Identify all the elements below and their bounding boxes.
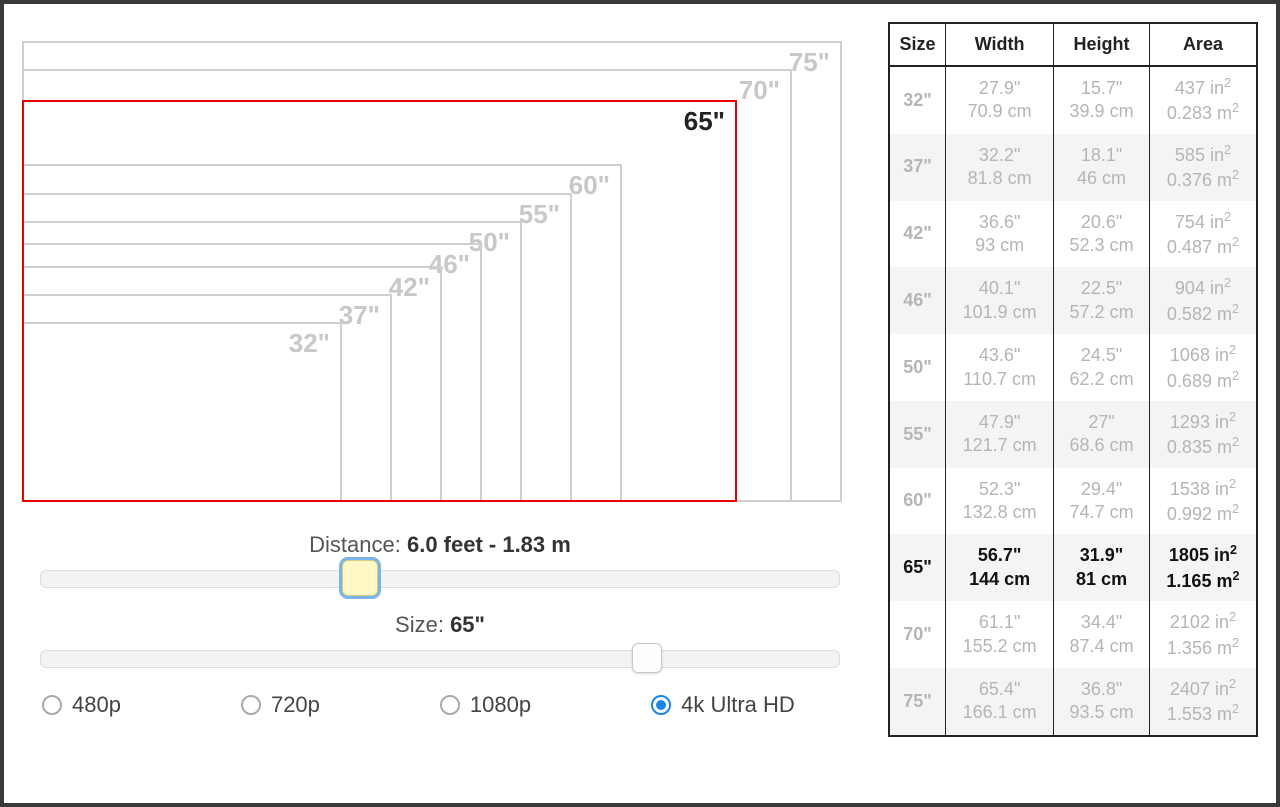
cell-width: 43.6"110.7 cm — [946, 334, 1054, 401]
cell-size: 46" — [889, 267, 946, 334]
cell-area: 2102 in21.356 m2 — [1149, 601, 1257, 668]
cell-area: 585 in20.376 m2 — [1149, 134, 1257, 201]
size-value: 65" — [450, 612, 485, 637]
controls: Distance: 6.0 feet - 1.83 m Size: 65" 48… — [22, 532, 858, 718]
cell-height: 20.6"52.3 cm — [1054, 201, 1150, 268]
size-label: Size: 65" — [22, 612, 858, 638]
size-diagram: 75"70"65"60"55"50"46"42"37"32" — [22, 22, 842, 502]
cell-width: 47.9"121.7 cm — [946, 401, 1054, 468]
table-row: 60"52.3"132.8 cm29.4"74.7 cm1538 in20.99… — [889, 468, 1257, 535]
radio-icon — [42, 695, 62, 715]
table-row: 37"32.2"81.8 cm18.1"46 cm585 in20.376 m2 — [889, 134, 1257, 201]
table-header: Height — [1054, 23, 1150, 66]
cell-size: 60" — [889, 468, 946, 535]
cell-area: 1293 in20.835 m2 — [1149, 401, 1257, 468]
table-header: Width — [946, 23, 1054, 66]
table-row: 42"36.6"93 cm20.6"52.3 cm754 in20.487 m2 — [889, 201, 1257, 268]
cell-height: 15.7"39.9 cm — [1054, 66, 1150, 134]
cell-area: 754 in20.487 m2 — [1149, 201, 1257, 268]
cell-size: 37" — [889, 134, 946, 201]
cell-area: 904 in20.582 m2 — [1149, 267, 1257, 334]
cell-size: 75" — [889, 668, 946, 736]
table-header: Size — [889, 23, 946, 66]
distance-slider-thumb[interactable] — [342, 560, 378, 596]
cell-height: 18.1"46 cm — [1054, 134, 1150, 201]
size-rect-label: 75" — [789, 47, 830, 78]
size-label-text: Size: — [395, 612, 450, 637]
cell-height: 29.4"74.7 cm — [1054, 468, 1150, 535]
resolution-radio-720p[interactable]: 720p — [241, 692, 320, 718]
right-panel: SizeWidthHeightArea 32"27.9"70.9 cm15.7"… — [888, 22, 1258, 785]
cell-size: 55" — [889, 401, 946, 468]
cell-area: 1805 in21.165 m2 — [1149, 534, 1257, 601]
cell-size: 50" — [889, 334, 946, 401]
cell-area: 2407 in21.553 m2 — [1149, 668, 1257, 736]
distance-slider[interactable] — [40, 570, 840, 588]
cell-width: 27.9"70.9 cm — [946, 66, 1054, 134]
cell-width: 32.2"81.8 cm — [946, 134, 1054, 201]
distance-label: Distance: 6.0 feet - 1.83 m — [22, 532, 858, 558]
cell-width: 61.1"155.2 cm — [946, 601, 1054, 668]
table-header: Area — [1149, 23, 1257, 66]
resolution-radio-480p[interactable]: 480p — [42, 692, 121, 718]
cell-size: 70" — [889, 601, 946, 668]
resolution-radios: 480p 720p 1080p 4k Ultra HD — [22, 692, 858, 718]
table-row: 75"65.4"166.1 cm36.8"93.5 cm2407 in21.55… — [889, 668, 1257, 736]
radio-label: 4k Ultra HD — [681, 692, 795, 718]
distance-label-text: Distance: — [309, 532, 407, 557]
left-panel: 75"70"65"60"55"50"46"42"37"32" Distance:… — [22, 22, 858, 785]
radio-icon — [440, 695, 460, 715]
cell-height: 22.5"57.2 cm — [1054, 267, 1150, 334]
distance-value: 6.0 feet - 1.83 m — [407, 532, 571, 557]
table-row: 46"40.1"101.9 cm22.5"57.2 cm904 in20.582… — [889, 267, 1257, 334]
radio-label: 720p — [271, 692, 320, 718]
size-slider[interactable] — [40, 650, 840, 668]
cell-size: 32" — [889, 66, 946, 134]
size-table: SizeWidthHeightArea 32"27.9"70.9 cm15.7"… — [888, 22, 1258, 737]
cell-width: 40.1"101.9 cm — [946, 267, 1054, 334]
cell-width: 36.6"93 cm — [946, 201, 1054, 268]
table-row: 55"47.9"121.7 cm27"68.6 cm1293 in20.835 … — [889, 401, 1257, 468]
cell-height: 34.4"87.4 cm — [1054, 601, 1150, 668]
table-row: 65"56.7"144 cm31.9"81 cm1805 in21.165 m2 — [889, 534, 1257, 601]
cell-size: 42" — [889, 201, 946, 268]
cell-width: 56.7"144 cm — [946, 534, 1054, 601]
table-row: 50"43.6"110.7 cm24.5"62.2 cm1068 in20.68… — [889, 334, 1257, 401]
cell-height: 27"68.6 cm — [1054, 401, 1150, 468]
radio-label: 480p — [72, 692, 121, 718]
cell-width: 52.3"132.8 cm — [946, 468, 1054, 535]
cell-size: 65" — [889, 534, 946, 601]
size-slider-thumb[interactable] — [632, 643, 662, 673]
radio-icon — [241, 695, 261, 715]
resolution-radio-1080p[interactable]: 1080p — [440, 692, 531, 718]
resolution-radio-4k-ultra-hd[interactable]: 4k Ultra HD — [651, 692, 795, 718]
cell-area: 1538 in20.992 m2 — [1149, 468, 1257, 535]
radio-icon — [651, 695, 671, 715]
radio-label: 1080p — [470, 692, 531, 718]
cell-width: 65.4"166.1 cm — [946, 668, 1054, 736]
table-row: 70"61.1"155.2 cm34.4"87.4 cm2102 in21.35… — [889, 601, 1257, 668]
size-rect-label: 70" — [739, 75, 780, 106]
table-row: 32"27.9"70.9 cm15.7"39.9 cm437 in20.283 … — [889, 66, 1257, 134]
cell-height: 24.5"62.2 cm — [1054, 334, 1150, 401]
size-rect-65: 65" — [22, 100, 737, 502]
cell-area: 437 in20.283 m2 — [1149, 66, 1257, 134]
size-rect-label: 65" — [684, 106, 725, 137]
cell-height: 31.9"81 cm — [1054, 534, 1150, 601]
cell-height: 36.8"93.5 cm — [1054, 668, 1150, 736]
cell-area: 1068 in20.689 m2 — [1149, 334, 1257, 401]
